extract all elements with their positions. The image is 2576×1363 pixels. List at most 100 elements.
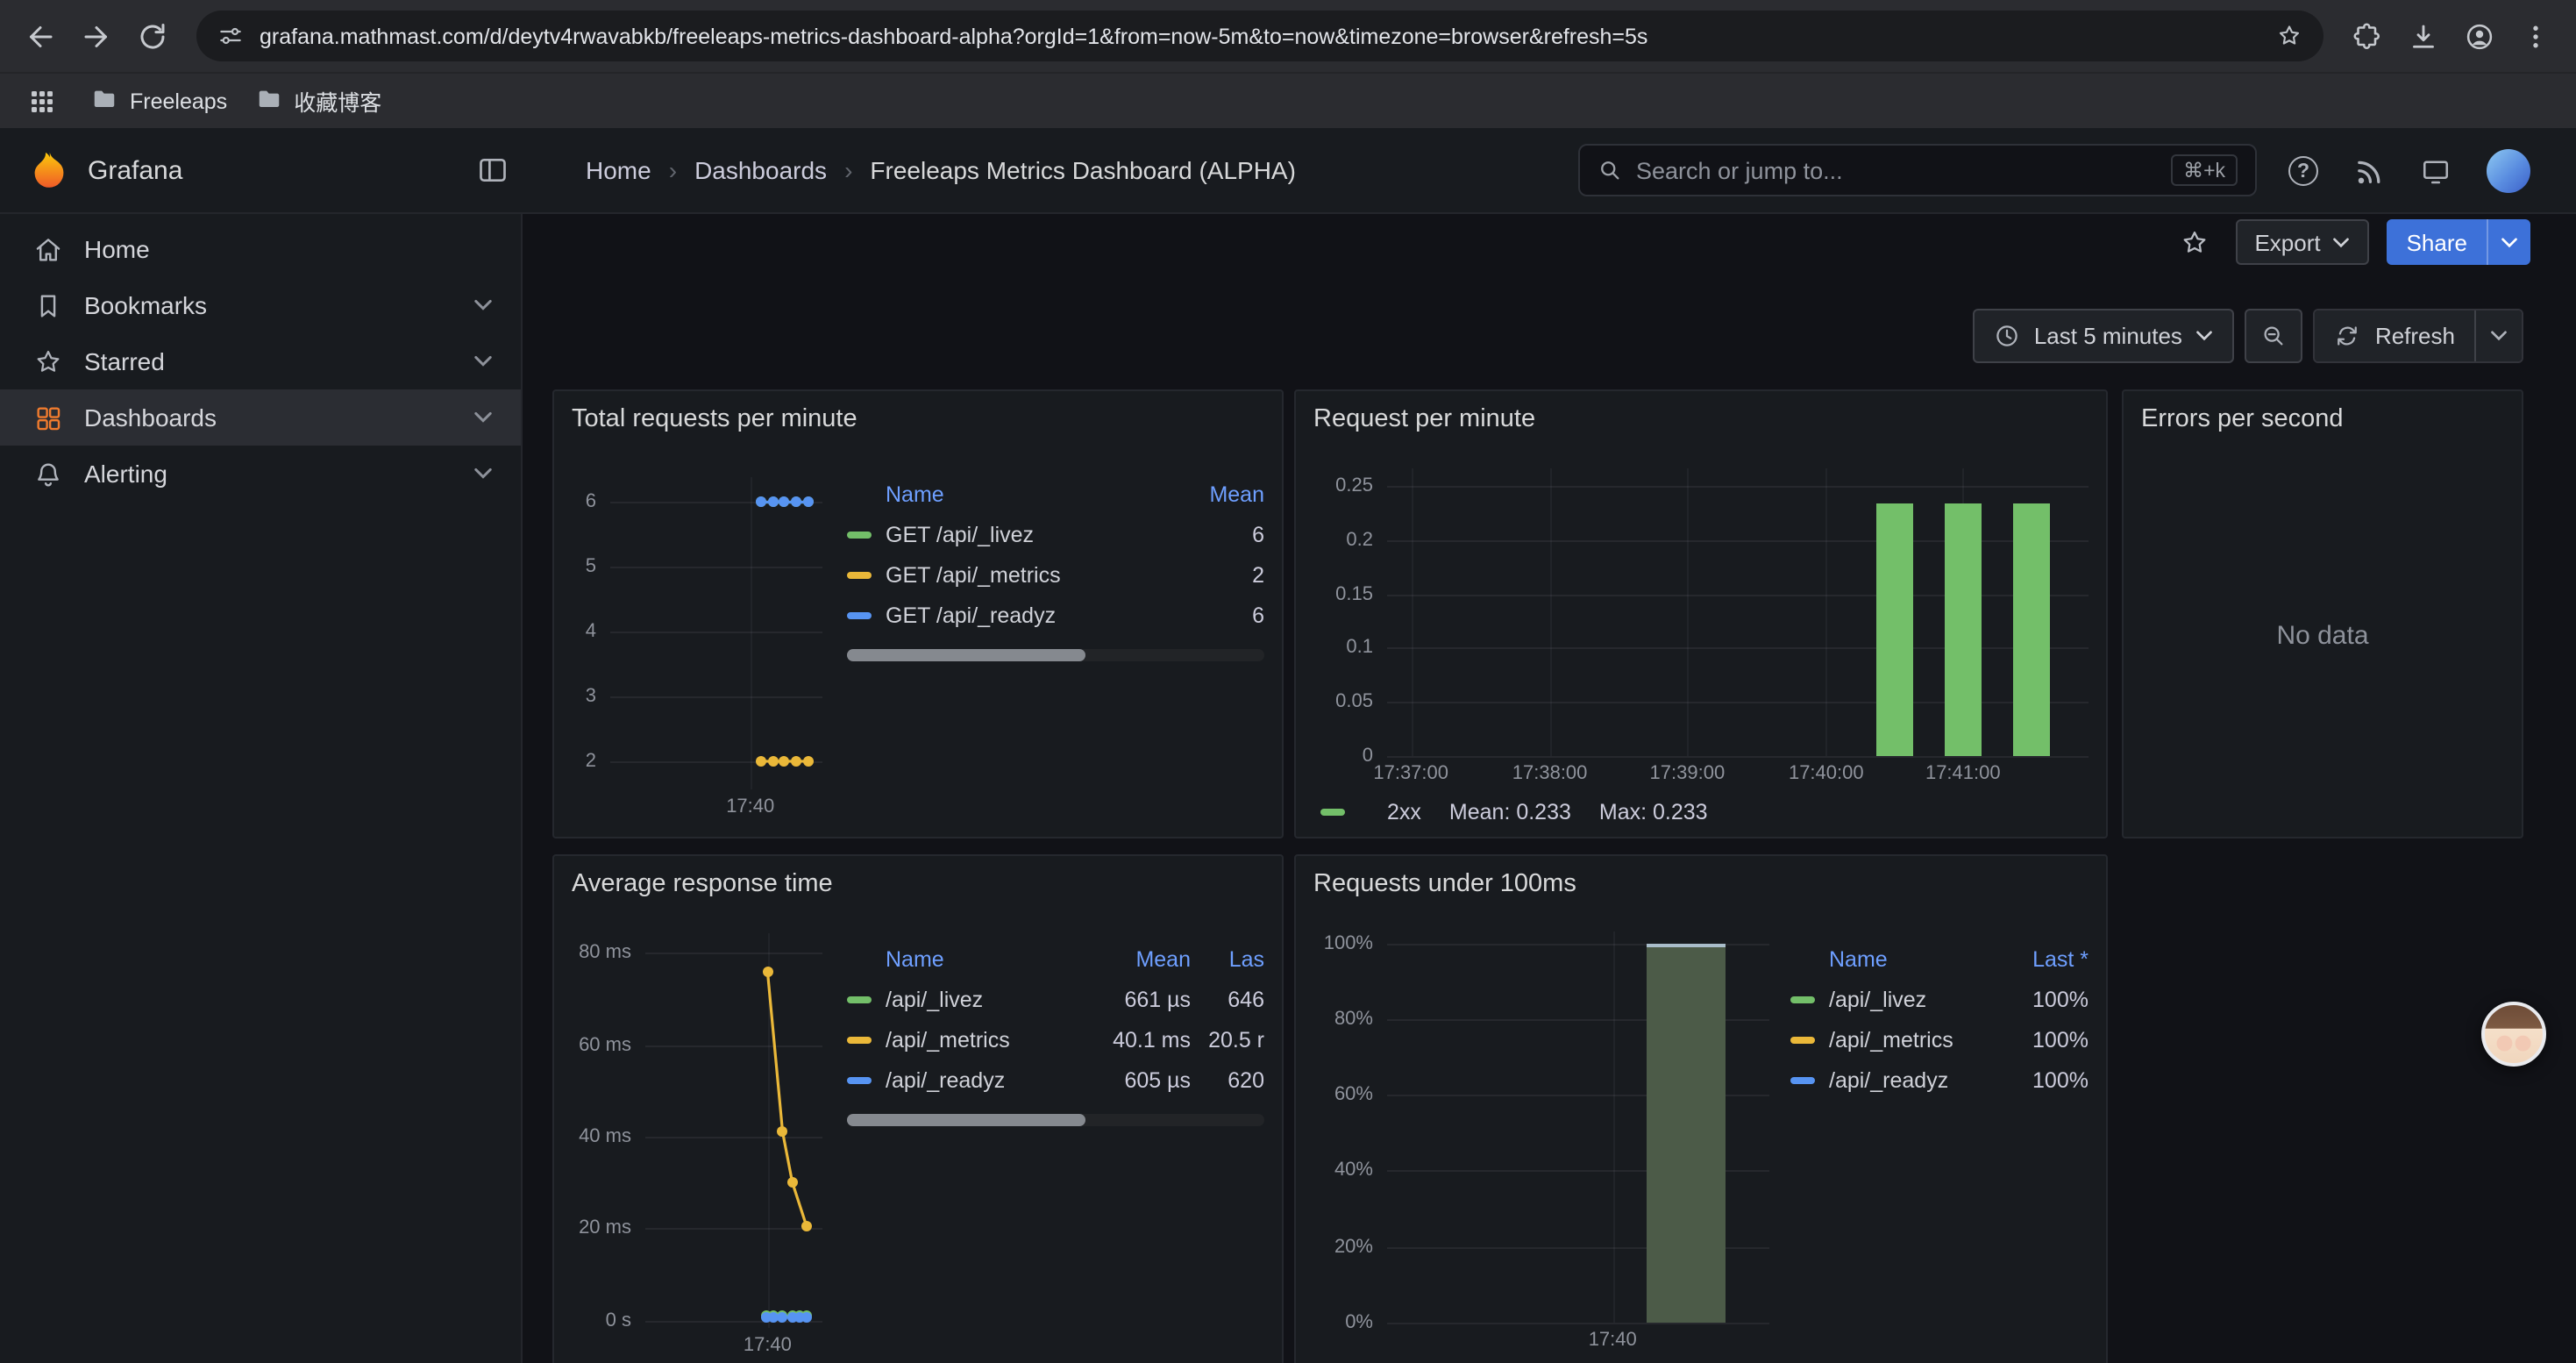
user-avatar-button[interactable] bbox=[2487, 149, 2530, 193]
legend-series-name[interactable]: /api/_metrics bbox=[886, 1027, 1082, 1052]
y-axis-label: 2 bbox=[586, 751, 596, 772]
sidebar-item-starred[interactable]: Starred bbox=[0, 333, 521, 389]
panel-title[interactable]: Errors per second bbox=[2124, 391, 2522, 433]
sidebar-item-home[interactable]: Home bbox=[0, 221, 521, 277]
apps-grid-icon[interactable] bbox=[21, 80, 63, 122]
legend-header[interactable]: Name bbox=[847, 482, 1159, 507]
sidebar-item-alerting[interactable]: Alerting bbox=[0, 446, 521, 502]
legend-row[interactable]: GET /api/_livez6 bbox=[847, 514, 1264, 554]
bookmarks-bar: Freeleaps 收藏博客 bbox=[0, 72, 2576, 128]
grafana-logo-icon[interactable] bbox=[28, 149, 70, 191]
sidebar-item-label: Dashboards bbox=[84, 403, 473, 432]
legend-header[interactable]: Mean bbox=[1082, 947, 1191, 972]
legend-header[interactable]: Name bbox=[1790, 947, 1990, 972]
back-button[interactable] bbox=[14, 10, 67, 62]
favorite-star-icon[interactable] bbox=[2172, 219, 2217, 265]
downloads-icon[interactable] bbox=[2397, 10, 2450, 62]
legend-row[interactable]: /api/_readyz100% bbox=[1790, 1060, 2089, 1100]
sidebar-item-label: Alerting bbox=[84, 460, 473, 488]
folder-icon bbox=[91, 85, 117, 117]
reload-button[interactable] bbox=[126, 10, 179, 62]
site-info-icon[interactable] bbox=[217, 23, 244, 49]
sidebar-toggle-icon[interactable] bbox=[477, 154, 509, 186]
data-point bbox=[801, 1221, 812, 1231]
panel-title[interactable]: Request per minute bbox=[1296, 391, 2106, 433]
legend-series-name[interactable]: /api/_livez bbox=[886, 987, 1082, 1011]
breadcrumb-item[interactable]: Dashboards bbox=[694, 156, 827, 184]
panel-title[interactable]: Total requests per minute bbox=[554, 391, 1282, 433]
legend-series-name[interactable]: /api/_livez bbox=[1829, 987, 1990, 1011]
legend-header[interactable]: Mean bbox=[1159, 482, 1264, 507]
address-bar[interactable]: grafana.mathmast.com/d/deytv4rwavabkb/fr… bbox=[196, 11, 2323, 61]
forward-button[interactable] bbox=[70, 10, 123, 62]
y-axis-label: 40% bbox=[1334, 1160, 1373, 1181]
time-range-picker[interactable]: Last 5 minutes bbox=[1973, 309, 2235, 363]
panel-title[interactable]: Requests under 100ms bbox=[1296, 856, 2106, 898]
legend-row[interactable]: /api/_livez100% bbox=[1790, 979, 2089, 1019]
series-color-dash bbox=[847, 1076, 872, 1083]
chevron-down-icon[interactable] bbox=[473, 467, 493, 481]
sidebar-item-bookmarks[interactable]: Bookmarks bbox=[0, 277, 521, 333]
legend-header[interactable]: Las bbox=[1191, 947, 1264, 972]
refresh-interval-caret[interactable] bbox=[2474, 310, 2522, 361]
panel-title[interactable]: Average response time bbox=[554, 856, 1282, 898]
gridline bbox=[1387, 486, 2089, 488]
series-color-dash bbox=[847, 571, 872, 578]
x-axis-label: 17:40 bbox=[744, 1335, 792, 1356]
bookmark-folder-freeleaps[interactable]: Freeleaps bbox=[91, 85, 227, 117]
assistant-avatar[interactable] bbox=[2481, 1002, 2546, 1067]
sidebar-item-dashboards[interactable]: Dashboards bbox=[0, 389, 521, 446]
scrollbar-thumb[interactable] bbox=[847, 1114, 1085, 1126]
legend-table: NameMeanGET /api/_livez6GET /api/_metric… bbox=[847, 475, 1264, 823]
star-icon bbox=[32, 346, 63, 377]
zoom-out-button[interactable] bbox=[2245, 309, 2303, 363]
legend-row[interactable]: /api/_readyz605 µs620 bbox=[847, 1060, 1264, 1100]
display-icon[interactable] bbox=[2420, 155, 2451, 187]
y-axis-label: 0% bbox=[1345, 1312, 1373, 1333]
panel-requests-under-100ms: Requests under 100ms 100%80%60%40%20%0% … bbox=[1294, 854, 2108, 1363]
chevron-down-icon[interactable] bbox=[473, 354, 493, 368]
legend-header[interactable]: Last * bbox=[1990, 947, 2089, 972]
extensions-icon[interactable] bbox=[2341, 10, 2394, 62]
legend-series-name[interactable]: /api/_readyz bbox=[1829, 1067, 1990, 1092]
profile-icon[interactable] bbox=[2453, 10, 2506, 62]
help-icon[interactable]: ? bbox=[2288, 156, 2318, 186]
news-rss-icon[interactable] bbox=[2353, 155, 2385, 187]
y-axis-label: 0 s bbox=[606, 1309, 631, 1331]
data-point bbox=[778, 1127, 788, 1138]
share-menu-caret[interactable] bbox=[2487, 219, 2530, 265]
bookmark-star-icon[interactable] bbox=[2276, 23, 2302, 49]
legend-header[interactable]: Name bbox=[847, 947, 1082, 972]
legend-row[interactable]: /api/_livez661 µs646 bbox=[847, 979, 1264, 1019]
legend-series-name[interactable]: GET /api/_readyz bbox=[886, 603, 1159, 627]
data-point bbox=[756, 756, 766, 767]
legend-scrollbar[interactable] bbox=[847, 649, 1264, 661]
legend-series-name[interactable]: /api/_readyz bbox=[886, 1067, 1082, 1092]
legend-scrollbar[interactable] bbox=[847, 1114, 1264, 1126]
legend-series-name[interactable]: GET /api/_livez bbox=[886, 522, 1159, 546]
export-button[interactable]: Export bbox=[2235, 219, 2369, 265]
scrollbar-thumb[interactable] bbox=[847, 649, 1085, 661]
chevron-down-icon[interactable] bbox=[473, 298, 493, 312]
legend-row[interactable]: /api/_metrics100% bbox=[1790, 1019, 2089, 1060]
bookmark-folder-blogs[interactable]: 收藏博客 bbox=[255, 84, 381, 118]
refresh-button[interactable]: Refresh bbox=[2316, 310, 2474, 361]
data-point bbox=[802, 496, 813, 507]
x-axis-label: 17:39:00 bbox=[1650, 763, 1726, 784]
search-input[interactable] bbox=[1636, 157, 2157, 183]
legend-row[interactable]: GET /api/_metrics2 bbox=[847, 554, 1264, 595]
legend-row[interactable]: GET /api/_readyz6 bbox=[847, 595, 1264, 635]
share-button[interactable]: Share bbox=[2387, 219, 2487, 265]
legend-row[interactable]: /api/_metrics40.1 ms20.5 r bbox=[847, 1019, 1264, 1060]
legend-series-name[interactable]: /api/_metrics bbox=[1829, 1027, 1990, 1052]
bar-chart: 100%80%60%40%20%0% 17:40 bbox=[1313, 912, 1769, 1363]
search-bar[interactable]: ⌘+k bbox=[1578, 144, 2257, 196]
chevron-down-icon[interactable] bbox=[473, 410, 493, 425]
legend-series-name[interactable]: 2xx bbox=[1387, 800, 1421, 824]
menu-kebab-icon[interactable] bbox=[2509, 10, 2562, 62]
y-axis-label: 5 bbox=[586, 556, 596, 577]
screenshot-root: grafana.mathmast.com/d/deytv4rwavabkb/fr… bbox=[0, 0, 2576, 1363]
breadcrumb-item[interactable]: Home bbox=[586, 156, 651, 184]
bell-icon bbox=[32, 458, 63, 489]
legend-series-name[interactable]: GET /api/_metrics bbox=[886, 562, 1159, 587]
